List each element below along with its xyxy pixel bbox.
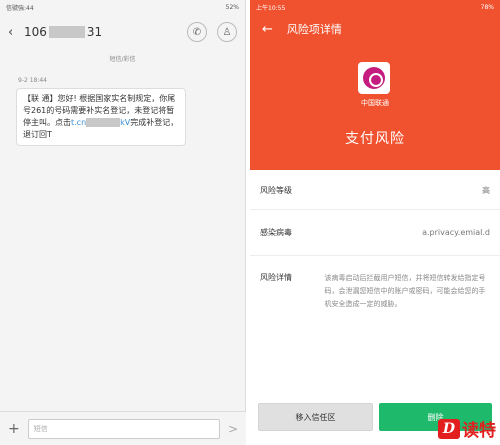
risk-level-row: 风险等级 高: [250, 172, 500, 210]
redacted-block: [48, 26, 85, 38]
sms-conversation-screen: 信號強:44 52% ‹ 106 31 ✆ ♙ 短信/彩信 9-2 18:44 …: [0, 0, 246, 445]
china-unicom-logo-icon: [358, 62, 390, 94]
contact-profile-icon[interactable]: ♙: [217, 22, 237, 42]
back-arrow-icon[interactable]: ‹: [8, 25, 22, 40]
dute-watermark-logo: D 读特: [438, 416, 496, 441]
phishing-link[interactable]: t.cn kV: [71, 118, 130, 127]
row-label: 感染病毒: [260, 228, 292, 237]
dute-logo-icon: D: [438, 418, 460, 439]
contact-number: 106 31: [24, 25, 103, 39]
virus-name-row: 感染病毒 a.privacy.emial.d: [250, 210, 500, 256]
row-label: 风险详情: [260, 273, 292, 282]
battery-percent: 52%: [225, 3, 239, 11]
message-timestamp: 9-2 18:44: [18, 77, 47, 84]
battery-percent: 78%: [480, 3, 494, 11]
risk-type-title: 支付风险: [345, 131, 405, 147]
row-value: 高: [482, 186, 490, 195]
status-time: 上午10:55: [256, 4, 286, 12]
compose-bar: + 短信 >: [0, 411, 246, 445]
sms-input[interactable]: 短信: [27, 418, 220, 439]
redacted-block: [86, 118, 121, 127]
message-bubble: 【联 通】您好! 根据国家实名制规定，你尾号261的号码需要补实名登记，未登记将…: [16, 88, 186, 146]
status-bar: 上午10:55 78%: [250, 0, 500, 14]
risk-header-panel: 上午10:55 78% ← 风险项详情 中国联通 支付风险: [250, 0, 500, 170]
move-to-trust-button[interactable]: 移入信任区: [258, 403, 373, 431]
page-title: 风险项详情: [286, 23, 342, 36]
conversation-header: ‹ 106 31 ✆ ♙: [0, 14, 245, 50]
risk-detail-row: 风险详情 该病毒启动后拦截用户短信，并将短信转发给指定号码，会泄漏您短信中的账户…: [250, 256, 500, 321]
risk-detail-screen: 上午10:55 78% ← 风险项详情 中国联通 支付风险 风险等级 高 感染病…: [250, 0, 500, 445]
status-bar: 信號強:44 52%: [0, 0, 245, 14]
attach-plus-icon[interactable]: +: [8, 421, 20, 437]
watermark-text: 读特: [462, 421, 496, 441]
send-arrow-icon[interactable]: >: [228, 422, 238, 436]
top-app-bar: ← 风险项详情: [250, 14, 500, 44]
row-label: 风险等级: [260, 186, 292, 195]
conversation-subtitle: 短信/彩信: [109, 56, 136, 63]
row-value: 该病毒启动后拦截用户短信，并将短信转发给指定号码，会泄漏您短信中的账户或密码，可…: [324, 274, 486, 308]
screenshot-root: 信號強:44 52% ‹ 106 31 ✆ ♙ 短信/彩信 9-2 18:44 …: [0, 0, 500, 445]
back-arrow-icon[interactable]: ←: [262, 22, 273, 37]
app-name: 中国联通: [361, 99, 389, 107]
status-carrier-time: 信號強:44: [6, 4, 34, 12]
phone-call-icon[interactable]: ✆: [187, 22, 207, 42]
row-value: a.privacy.emial.d: [422, 228, 490, 237]
